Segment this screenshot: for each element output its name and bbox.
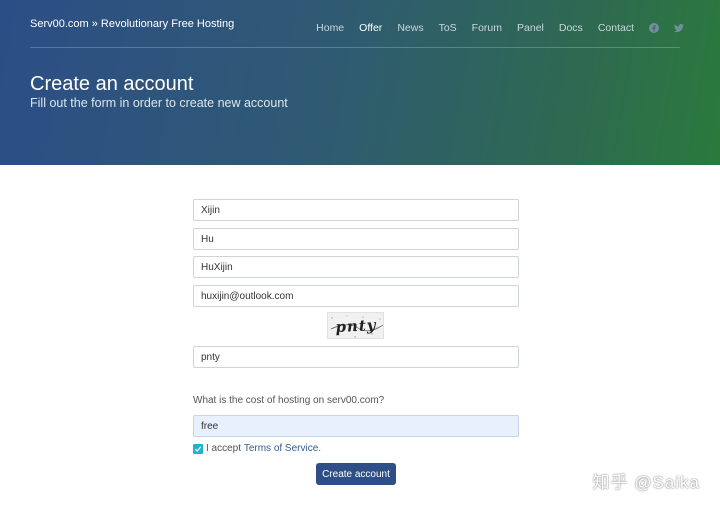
tos-row: I accept Terms of Service . bbox=[193, 443, 321, 454]
nav-home[interactable]: Home bbox=[316, 22, 344, 34]
nav-contact[interactable]: Contact bbox=[598, 22, 634, 34]
username-input[interactable] bbox=[193, 256, 519, 278]
page-title: Create an account bbox=[30, 73, 194, 95]
email-input[interactable] bbox=[193, 285, 519, 307]
nav-tos[interactable]: ToS bbox=[439, 22, 457, 34]
captcha-text: pnty bbox=[335, 316, 377, 336]
tos-link[interactable]: Terms of Service bbox=[244, 443, 318, 454]
nav-panel[interactable]: Panel bbox=[517, 22, 544, 34]
last-name-input[interactable] bbox=[193, 228, 519, 250]
page-subtitle: Fill out the form in order to create new… bbox=[30, 96, 288, 110]
brand-link[interactable]: Serv00.com » Revolutionary Free Hosting bbox=[30, 18, 234, 30]
header-divider bbox=[30, 47, 680, 48]
main-nav: Home Offer News ToS Forum Panel Docs Con… bbox=[301, 22, 684, 34]
watermark: 知乎 @Saika bbox=[592, 473, 700, 492]
create-account-button[interactable]: Create account bbox=[316, 463, 396, 485]
tos-checkbox[interactable] bbox=[193, 443, 203, 454]
check-icon bbox=[194, 445, 202, 452]
nav-forum[interactable]: Forum bbox=[472, 22, 502, 34]
tos-label-suffix: . bbox=[318, 443, 322, 454]
security-answer-input[interactable] bbox=[193, 415, 519, 437]
nav-docs[interactable]: Docs bbox=[559, 22, 583, 34]
captcha-input[interactable] bbox=[193, 346, 519, 368]
hero-header: Serv00.com » Revolutionary Free Hosting … bbox=[0, 0, 720, 165]
twitter-icon[interactable] bbox=[674, 23, 684, 33]
captcha-image: pnty bbox=[327, 312, 384, 339]
security-question-label: What is the cost of hosting on serv00.co… bbox=[193, 395, 385, 406]
first-name-input[interactable] bbox=[193, 199, 519, 221]
nav-news[interactable]: News bbox=[397, 22, 423, 34]
tos-label-prefix: I accept bbox=[206, 443, 244, 454]
facebook-icon[interactable] bbox=[649, 23, 659, 33]
nav-offer[interactable]: Offer bbox=[359, 22, 382, 34]
